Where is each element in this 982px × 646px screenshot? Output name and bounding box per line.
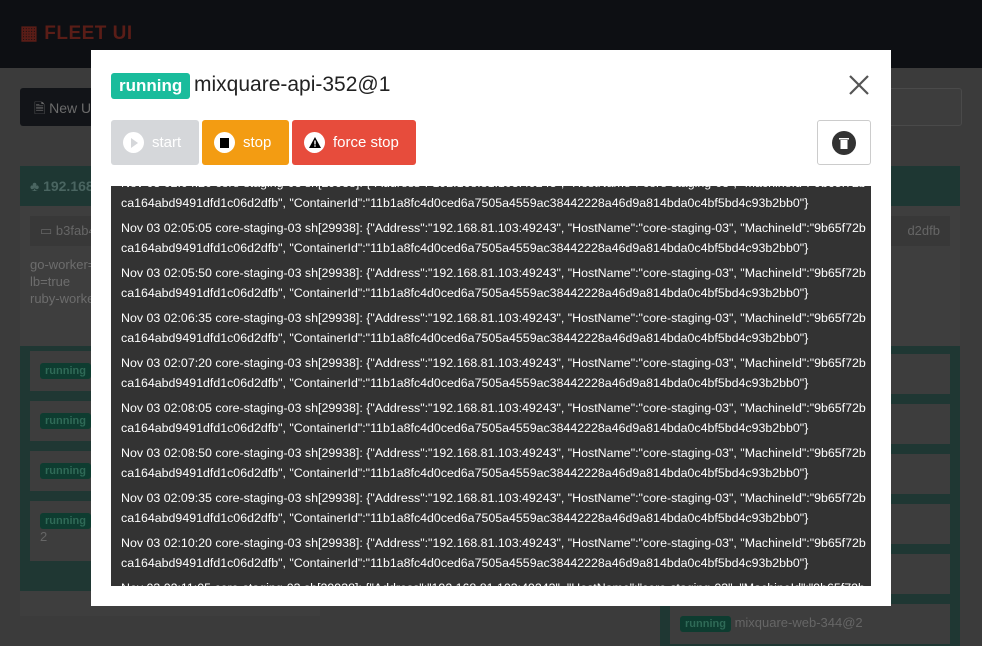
status-badge: running: [40, 513, 91, 529]
delete-button[interactable]: [817, 120, 871, 165]
close-icon[interactable]: [846, 72, 872, 98]
status-badge: running: [40, 413, 91, 429]
stop-button[interactable]: stop: [202, 120, 289, 165]
log-entry: Nov 03 02:09:35 core-staging-03 sh[29938…: [121, 491, 866, 525]
stop-icon: [214, 132, 235, 153]
unit-modal: running mixquare-api-352@1 start stop fo…: [91, 50, 891, 606]
log-output[interactable]: Nov 03 02:04:20 core-staging-03 sh[29938…: [111, 186, 871, 586]
unit-item[interactable]: running mixquare-web-344@2: [670, 604, 950, 644]
log-entry: Nov 03 02:10:20 core-staging-03 sh[29938…: [121, 536, 866, 570]
status-badge: running: [40, 463, 91, 479]
file-icon: 🗎: [34, 100, 50, 116]
log-entry: Nov 03 02:05:50 core-staging-03 sh[29938…: [121, 266, 866, 300]
log-entry: Nov 03 02:04:20 core-staging-03 sh[29938…: [121, 186, 866, 210]
log-entry: Nov 03 02:05:05 core-staging-03 sh[29938…: [121, 221, 866, 255]
log-entry: Nov 03 02:06:35 core-staging-03 sh[29938…: [121, 311, 866, 345]
desktop-icon: ▭: [40, 223, 56, 238]
status-badge: running: [680, 616, 731, 632]
status-badge: running: [111, 73, 191, 99]
play-icon: [123, 132, 144, 153]
sitemap-icon: ♣: [30, 178, 44, 194]
app-logo[interactable]: ▦ FLEET UI: [20, 22, 133, 45]
log-entry: Nov 03 02:07:20 core-staging-03 sh[29938…: [121, 356, 866, 390]
grid-icon: ▦: [20, 23, 45, 44]
start-button[interactable]: start: [111, 120, 199, 165]
log-entry: Nov 03 02:11:05 core-staging-03 sh[29938…: [121, 578, 866, 586]
trash-icon: [832, 130, 856, 155]
force-stop-button[interactable]: force stop: [292, 120, 416, 165]
status-badge: running: [40, 363, 91, 379]
warning-icon: [304, 132, 325, 153]
modal-title: mixquare-api-352@1: [194, 73, 391, 96]
log-entry: Nov 03 02:08:50 core-staging-03 sh[29938…: [121, 446, 866, 480]
log-entry: Nov 03 02:08:05 core-staging-03 sh[29938…: [121, 401, 866, 435]
